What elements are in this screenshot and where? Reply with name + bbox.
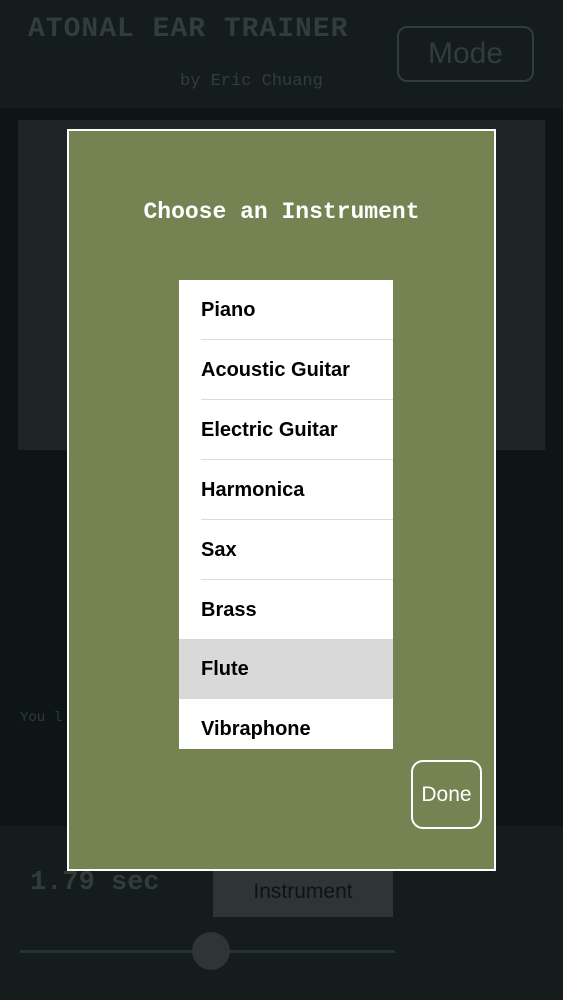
duration-readout: 1.79 sec [30,868,160,898]
result-text: You l [20,710,63,726]
picker-item-label: Harmonica [201,478,305,501]
picker-item-label: Sax [201,538,237,561]
picker-item-label: Vibraphone [201,717,311,740]
picker-item-acoustic-guitar[interactable]: Acoustic Guitar [179,340,393,400]
instrument-picker[interactable]: Piano Acoustic Guitar Electric Guitar Ha… [179,280,393,749]
picker-item-label: Electric Guitar [201,418,338,441]
modal-title: Choose an Instrument [143,199,420,225]
app-subtitle: by Eric Chuang [180,72,323,91]
picker-item-flute[interactable]: Flute [179,639,393,699]
picker-item-label: Acoustic Guitar [201,358,350,381]
picker-item-brass[interactable]: Brass [179,580,393,640]
picker-item-sax[interactable]: Sax [179,520,393,580]
app-header: ATONAL EAR TRAINER by Eric Chuang Mode [0,0,563,108]
app-title: ATONAL EAR TRAINER [28,14,349,45]
duration-slider-thumb[interactable] [192,932,230,970]
mode-button[interactable]: Mode [397,26,534,82]
picker-item-label: Piano [201,298,256,321]
instrument-button[interactable]: Instrument [213,866,393,917]
done-button[interactable]: Done [411,760,482,829]
picker-item-electric-guitar[interactable]: Electric Guitar [179,400,393,460]
picker-item-piano[interactable]: Piano [179,280,393,340]
instrument-modal: Choose an Instrument Piano Acoustic Guit… [67,129,496,871]
picker-item-label: Brass [201,598,257,621]
picker-item-harmonica[interactable]: Harmonica [179,460,393,520]
picker-item-vibraphone[interactable]: Vibraphone [179,699,393,749]
picker-item-label: Flute [201,657,249,680]
